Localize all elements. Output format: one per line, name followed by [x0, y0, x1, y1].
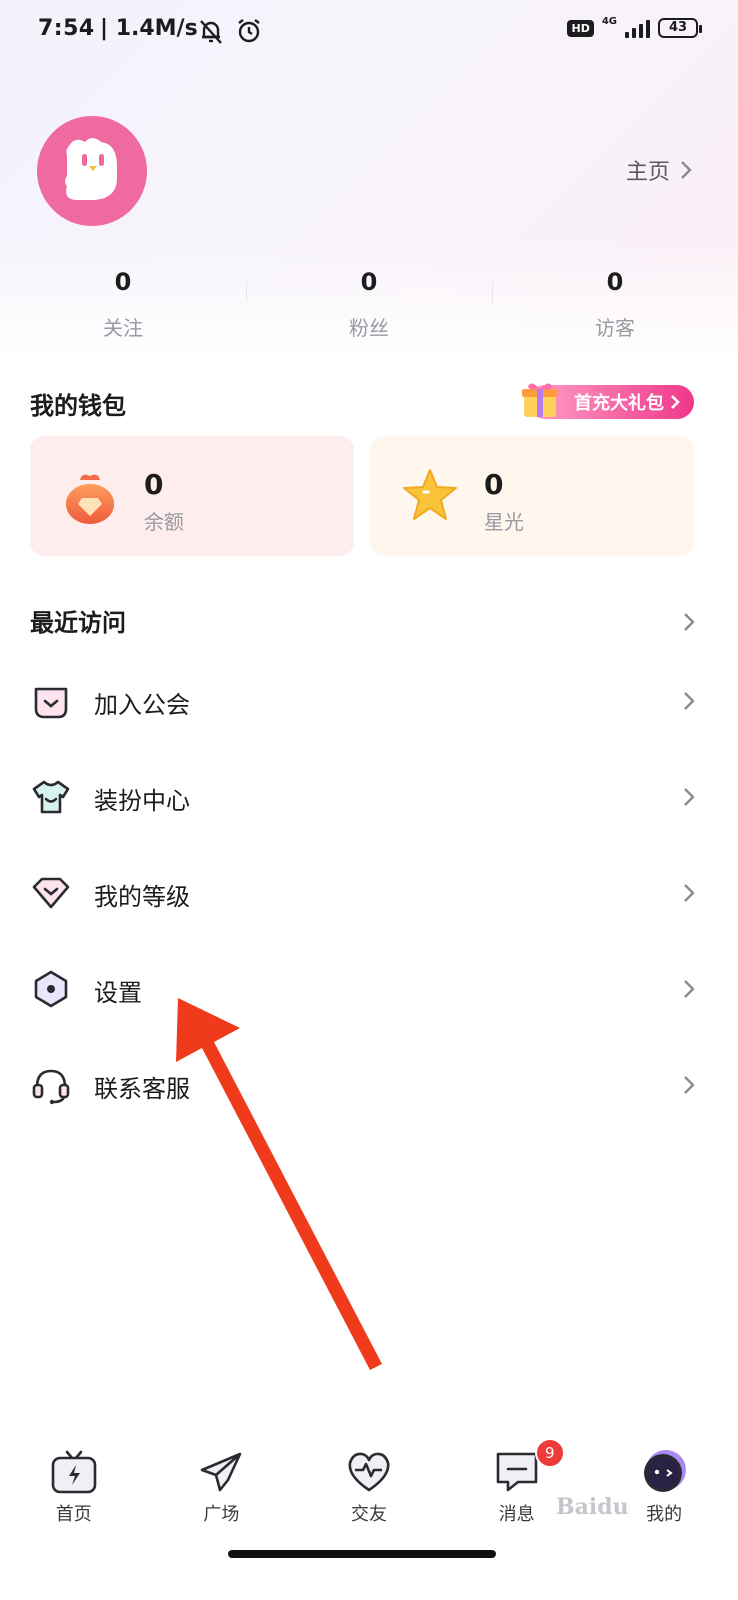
money-bag-icon	[66, 474, 114, 524]
stat-visitors[interactable]: 0 访客	[492, 262, 738, 352]
nav-square[interactable]: 广场	[148, 1430, 296, 1550]
bottom-navigation: 首页 广场 交友 9 消息 我的	[0, 1430, 738, 1550]
alarm-clock-icon	[238, 19, 260, 43]
star-icon	[403, 469, 457, 520]
chevron-right-icon	[684, 788, 695, 806]
homepage-link-label: 主页	[625, 160, 670, 185]
stat-label: 粉丝	[349, 316, 389, 340]
tv-icon	[51, 1450, 97, 1494]
avatar-icon	[644, 1450, 687, 1492]
chevron-right-icon	[681, 161, 692, 179]
chevron-right-icon	[684, 1076, 695, 1094]
menu-item-label: 我的等级	[94, 883, 190, 911]
heart-pulse-icon	[348, 1452, 390, 1492]
message-icon	[496, 1452, 537, 1492]
balance-label: 余额	[144, 510, 184, 534]
profile-stats: 0 关注 0 粉丝 0 访客	[0, 262, 738, 352]
chevron-right-icon	[684, 884, 695, 902]
stat-label: 访客	[595, 316, 635, 340]
nav-friends[interactable]: 交友	[295, 1430, 443, 1550]
stat-value: 0	[606, 268, 624, 296]
stat-following[interactable]: 0 关注	[0, 262, 246, 352]
stat-divider	[246, 282, 247, 302]
gift-banner-label: 首充大礼包	[574, 393, 664, 414]
stat-fans[interactable]: 0 粉丝	[246, 262, 492, 352]
stat-label: 关注	[103, 316, 143, 340]
watermark: Baidu	[556, 1494, 629, 1520]
nav-label: 交友	[350, 1504, 387, 1525]
battery-icon: 43	[658, 18, 702, 38]
nav-label: 广场	[203, 1504, 240, 1525]
level-heart-icon	[32, 877, 70, 909]
avatar[interactable]	[37, 116, 147, 226]
chevron-right-icon	[684, 613, 695, 631]
chevron-right-icon	[684, 692, 695, 710]
menu-item-label: 装扮中心	[94, 787, 190, 815]
recent-visits-title: 最近访问	[30, 609, 126, 637]
stat-divider	[492, 282, 493, 302]
settings-hex-icon	[34, 970, 68, 1008]
nav-home[interactable]: 首页	[0, 1430, 148, 1550]
menu-item-label: 设置	[94, 979, 142, 1007]
starlight-card[interactable]: 0 星光	[370, 436, 694, 556]
chick-avatar-icon	[65, 138, 117, 200]
paper-plane-icon	[201, 1452, 242, 1492]
wallet-title: 我的钱包	[30, 392, 126, 420]
status-left-icons: | 1.4M/s	[100, 16, 264, 46]
shirt-icon	[32, 780, 70, 814]
menu-item-join-guild[interactable]: 加入公会	[30, 671, 696, 731]
first-recharge-gift-button[interactable]: 首充大礼包	[522, 383, 694, 419]
balance-card[interactable]: 0 余额	[30, 436, 354, 556]
nav-messages[interactable]: 9 消息	[443, 1430, 591, 1550]
recent-visits-row[interactable]: 最近访问	[30, 603, 696, 643]
starlight-value: 0	[484, 468, 504, 501]
network-type: 4G	[601, 15, 617, 27]
status-bar: 7:54 | 1.4M/s HD 4G 43	[0, 0, 738, 64]
stat-value: 0	[360, 268, 378, 296]
menu-item-label: 加入公会	[94, 691, 190, 719]
guild-icon	[34, 687, 68, 719]
hd-badge: HD	[567, 19, 594, 37]
message-badge: 9	[534, 1438, 565, 1468]
network-speed: | 1.4M/s	[100, 16, 198, 41]
mute-bell-icon	[200, 20, 222, 44]
home-indicator[interactable]	[228, 1550, 496, 1558]
headset-icon	[32, 1069, 70, 1105]
menu-item-dressup-center[interactable]: 装扮中心	[30, 767, 696, 827]
nav-mine[interactable]: 我的	[590, 1430, 738, 1550]
chevron-right-icon	[684, 980, 695, 998]
stat-value: 0	[114, 268, 132, 296]
homepage-link[interactable]: 主页	[626, 154, 692, 186]
status-time: 7:54	[38, 16, 95, 41]
balance-value: 0	[144, 468, 164, 501]
status-right-icons: HD 4G 43	[567, 15, 702, 38]
starlight-label: 星光	[484, 510, 524, 534]
nav-label: 首页	[55, 1504, 92, 1525]
annotation-arrow-icon	[176, 998, 382, 1370]
gift-box-icon	[522, 383, 558, 417]
signal-icon	[625, 18, 650, 38]
chevron-right-icon	[671, 395, 680, 409]
menu-item-my-level[interactable]: 我的等级	[30, 863, 696, 923]
